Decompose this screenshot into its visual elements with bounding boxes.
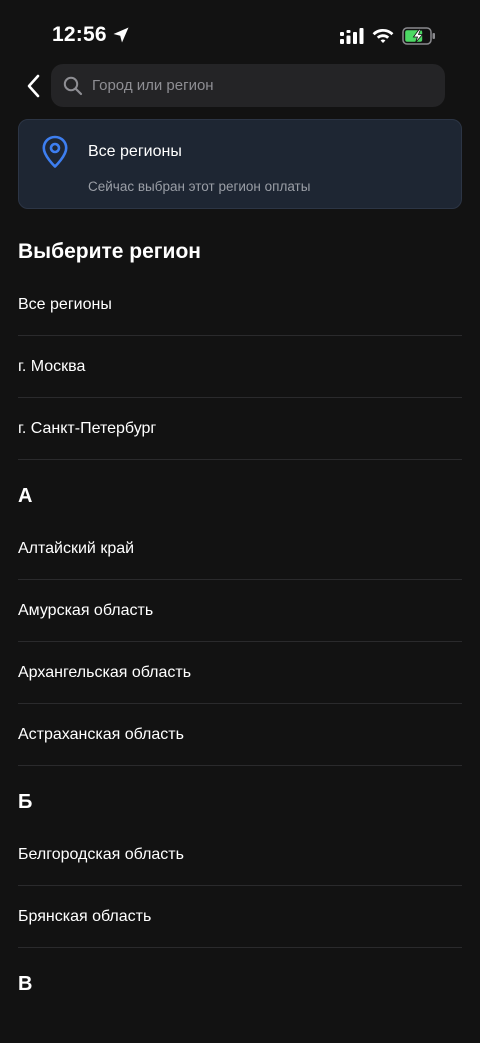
back-button[interactable] bbox=[18, 70, 48, 102]
region-item-all[interactable]: Все регионы bbox=[18, 274, 462, 336]
signal-icon bbox=[340, 28, 364, 44]
region-item[interactable]: Амурская область bbox=[18, 580, 462, 642]
current-region-title: Все регионы bbox=[88, 143, 182, 160]
wifi-icon bbox=[372, 29, 394, 43]
region-item[interactable]: Белгородская область bbox=[18, 824, 462, 886]
location-arrow-icon bbox=[113, 27, 129, 43]
location-pin-icon bbox=[42, 135, 68, 168]
region-item-moscow[interactable]: г. Москва bbox=[18, 336, 462, 398]
screen: 12:56 Город или регион Все регионы Сейча… bbox=[0, 0, 480, 1043]
section-heading: Выберите регион bbox=[18, 240, 201, 263]
region-list: Все регионы г. Москва г. Санкт-Петербург… bbox=[18, 274, 462, 1006]
region-item[interactable]: Алтайский край bbox=[18, 518, 462, 580]
current-region-subtitle: Сейчас выбран этот регион оплаты bbox=[88, 179, 311, 194]
search-icon bbox=[63, 76, 83, 95]
region-item[interactable]: Брянская область bbox=[18, 886, 462, 948]
region-item[interactable]: Астраханская область bbox=[18, 704, 462, 766]
status-time: 12:56 bbox=[52, 23, 107, 46]
letter-header: Б bbox=[18, 790, 33, 813]
letter-header: А bbox=[18, 484, 33, 507]
chevron-left-icon bbox=[27, 74, 40, 98]
region-item[interactable]: Архангельская область bbox=[18, 642, 462, 704]
region-item-spb[interactable]: г. Санкт-Петербург bbox=[18, 398, 462, 460]
battery-charging-icon bbox=[402, 27, 435, 45]
letter-header: В bbox=[18, 972, 33, 995]
search-input[interactable] bbox=[92, 64, 445, 107]
search-box[interactable] bbox=[51, 64, 445, 107]
status-bar: 12:56 bbox=[0, 0, 480, 62]
current-region-card[interactable]: Все регионы Сейчас выбран этот регион оп… bbox=[18, 119, 462, 209]
